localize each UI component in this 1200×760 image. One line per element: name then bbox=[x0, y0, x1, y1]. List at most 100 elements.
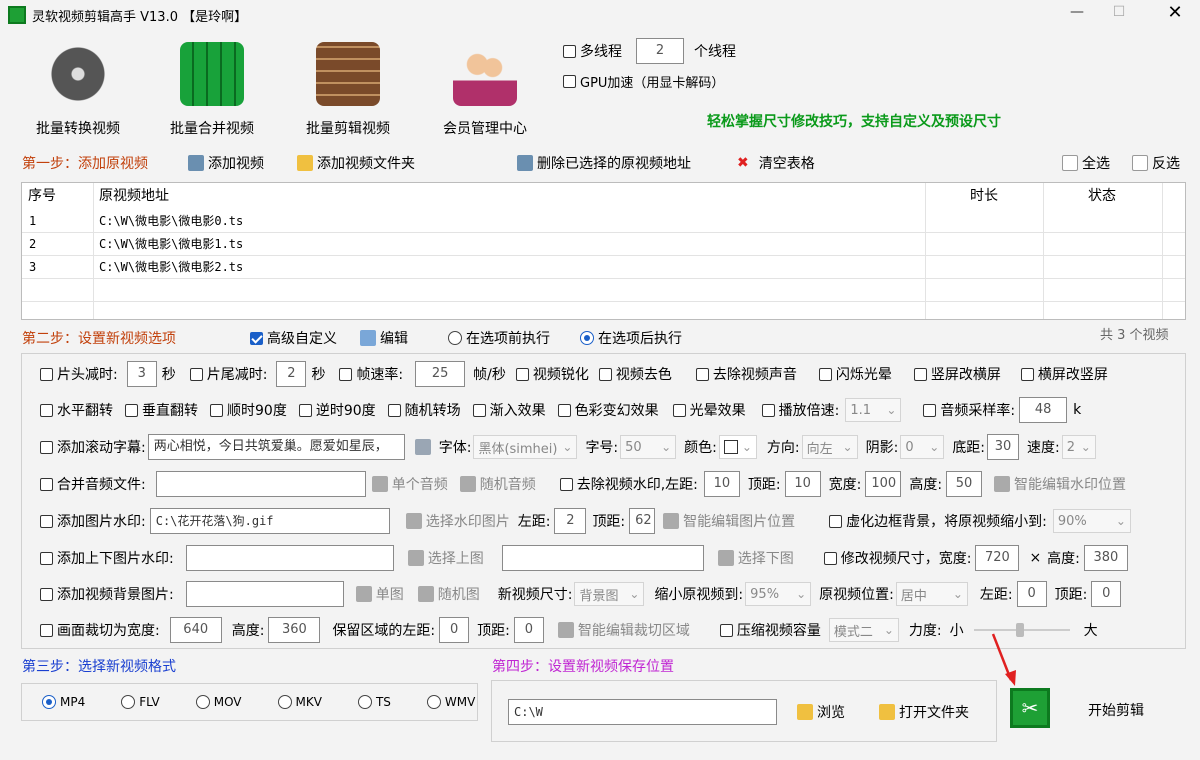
mode-select[interactable]: 模式二 bbox=[828, 618, 899, 642]
batch-merge-button[interactable]: 批量合并视频 bbox=[162, 42, 262, 138]
direction-select[interactable]: 向左 bbox=[801, 435, 858, 459]
speed-select[interactable]: 1.1 bbox=[845, 398, 902, 422]
speed-checkbox[interactable] bbox=[761, 403, 775, 417]
crop-checkbox[interactable] bbox=[40, 623, 53, 637]
invert-button[interactable]: 反选 bbox=[1132, 150, 1180, 176]
format-radio-mp4[interactable] bbox=[42, 695, 56, 709]
table-row[interactable]: 2 C:\W\微电影\微电影1.ts bbox=[22, 233, 1185, 256]
before-radio[interactable] bbox=[448, 331, 462, 345]
gpu-checkbox[interactable] bbox=[563, 74, 576, 88]
crop-width-input[interactable]: 640 bbox=[169, 617, 222, 643]
format-radio-mov[interactable] bbox=[195, 695, 210, 709]
bg-left-input[interactable]: 0 bbox=[1016, 581, 1047, 607]
random-audio-button[interactable]: 随机音频 bbox=[480, 474, 536, 494]
clear-table-button[interactable]: ✖ 清空表格 bbox=[737, 150, 815, 176]
tail-cut-checkbox[interactable] bbox=[189, 367, 203, 381]
choose-top-button[interactable]: 选择上图 bbox=[428, 548, 484, 568]
top-img-input[interactable] bbox=[185, 545, 394, 571]
head-cut-checkbox[interactable] bbox=[40, 367, 53, 381]
samplerate-checkbox[interactable] bbox=[923, 403, 937, 417]
format-radio-wmv[interactable] bbox=[426, 695, 441, 709]
shadow-select[interactable]: 0 bbox=[900, 435, 945, 459]
format-radio-mkv[interactable] bbox=[277, 695, 292, 709]
thread-count-input[interactable]: 2 bbox=[636, 38, 684, 64]
table-row[interactable]: 3 C:\W\微电影\微电影2.ts bbox=[22, 256, 1185, 279]
after-radio[interactable] bbox=[580, 331, 594, 345]
add-video-button[interactable]: 添加视频 bbox=[188, 150, 264, 176]
col-index[interactable]: 序号 bbox=[28, 183, 56, 209]
video-table[interactable]: 序号 原视频地址 时长 状态 1 C:\W\微电影\微电影0.ts 2 C:\W\微… bbox=[21, 182, 1186, 320]
minimize-button[interactable]: — bbox=[1062, 4, 1092, 24]
close-button[interactable]: ✕ bbox=[1160, 2, 1190, 26]
bottom-input[interactable]: 30 bbox=[987, 434, 1020, 460]
h2v-checkbox[interactable] bbox=[1020, 367, 1034, 381]
compress-checkbox[interactable] bbox=[719, 623, 733, 637]
resize-checkbox[interactable] bbox=[823, 551, 837, 565]
bg-top-input[interactable]: 0 bbox=[1091, 581, 1122, 607]
v2h-checkbox[interactable] bbox=[913, 367, 927, 381]
scroll-sub-checkbox[interactable] bbox=[40, 440, 53, 454]
img-wm-checkbox[interactable] bbox=[40, 514, 53, 528]
save-path-input[interactable]: C:\W bbox=[508, 699, 777, 725]
hflip-checkbox[interactable] bbox=[40, 403, 53, 417]
wm-width-input[interactable]: 100 bbox=[865, 471, 902, 497]
font-select[interactable]: 黑体(simhei) bbox=[473, 435, 578, 459]
advanced-checkbox[interactable] bbox=[250, 331, 263, 345]
fps-checkbox[interactable] bbox=[339, 367, 353, 381]
color-fx-checkbox[interactable] bbox=[557, 403, 571, 417]
start-edit-button[interactable]: ✂ 开始剪辑 bbox=[1008, 688, 1178, 728]
resize-width-input[interactable]: 720 bbox=[975, 545, 1020, 571]
resize-height-input[interactable]: 380 bbox=[1083, 545, 1128, 571]
add-folder-button[interactable]: 添加视频文件夹 bbox=[297, 150, 415, 176]
color-select[interactable] bbox=[718, 435, 757, 459]
bg-img-input[interactable] bbox=[185, 581, 344, 607]
batch-edit-button[interactable]: 批量剪辑视频 bbox=[298, 42, 398, 138]
bg-img-checkbox[interactable] bbox=[40, 587, 53, 601]
ccw90-checkbox[interactable] bbox=[298, 403, 312, 417]
blur-select[interactable]: 90% bbox=[1052, 509, 1131, 533]
single-img-button[interactable]: 单图 bbox=[376, 584, 404, 604]
flash-checkbox[interactable] bbox=[818, 367, 832, 381]
member-center-button[interactable]: 会员管理中心 bbox=[435, 42, 535, 138]
col-path[interactable]: 原视频地址 bbox=[99, 183, 169, 209]
wm-top-input[interactable]: 10 bbox=[784, 471, 821, 497]
single-audio-button[interactable]: 单个音频 bbox=[392, 474, 448, 494]
scroll-speed-select[interactable]: 2 bbox=[1061, 435, 1096, 459]
smart-img-button[interactable]: 智能编辑图片位置 bbox=[683, 511, 795, 531]
rm-watermark-checkbox[interactable] bbox=[559, 477, 573, 491]
fade-in-checkbox[interactable] bbox=[472, 403, 486, 417]
sharpen-checkbox[interactable] bbox=[515, 367, 529, 381]
size-select[interactable]: 50 bbox=[620, 435, 677, 459]
merge-audio-checkbox[interactable] bbox=[40, 477, 53, 491]
shrink-select[interactable]: 95% bbox=[745, 582, 812, 606]
col-duration[interactable]: 时长 bbox=[970, 183, 998, 209]
crop-height-input[interactable]: 360 bbox=[268, 617, 321, 643]
mute-checkbox[interactable] bbox=[695, 367, 709, 381]
select-all-button[interactable]: 全选 bbox=[1062, 150, 1110, 176]
multithread-checkbox[interactable] bbox=[563, 44, 576, 58]
iw-left-input[interactable]: 2 bbox=[554, 508, 587, 534]
maximize-button[interactable]: ☐ bbox=[1108, 4, 1130, 24]
smart-wm-button[interactable]: 智能编辑水印位置 bbox=[1014, 474, 1126, 494]
keep-left-input[interactable]: 0 bbox=[439, 617, 470, 643]
smart-crop-button[interactable]: 智能编辑裁切区域 bbox=[578, 620, 690, 640]
table-row[interactable]: 1 C:\W\微电影\微电影0.ts bbox=[22, 210, 1185, 233]
random-img-button[interactable]: 随机图 bbox=[438, 584, 480, 604]
choose-wm-button[interactable]: 选择水印图片 bbox=[426, 511, 510, 531]
tip-link[interactable]: 轻松掌握尺寸修改技巧，支持自定义及预设尺寸 bbox=[707, 111, 1001, 131]
format-radio-flv[interactable] bbox=[121, 695, 136, 709]
scroll-text-input[interactable]: 两心相悦，今日共筑爱巢。愿爱如星辰， bbox=[147, 434, 405, 460]
samplerate-input[interactable]: 48 bbox=[1019, 397, 1068, 423]
bottom-img-input[interactable] bbox=[501, 545, 704, 571]
batch-convert-button[interactable]: 批量转换视频 bbox=[28, 42, 128, 138]
new-size-select[interactable]: 背景图 bbox=[574, 582, 645, 606]
wm-height-input[interactable]: 50 bbox=[946, 471, 983, 497]
keep-top-input[interactable]: 0 bbox=[513, 617, 544, 643]
col-status[interactable]: 状态 bbox=[1088, 183, 1116, 209]
browse-button[interactable]: 浏览 bbox=[817, 702, 845, 722]
blur-border-checkbox[interactable] bbox=[829, 514, 843, 528]
wm-left-input[interactable]: 10 bbox=[703, 471, 740, 497]
text-edit-icon[interactable] bbox=[414, 439, 431, 455]
halo-checkbox[interactable] bbox=[672, 403, 686, 417]
cw90-checkbox[interactable] bbox=[210, 403, 223, 417]
